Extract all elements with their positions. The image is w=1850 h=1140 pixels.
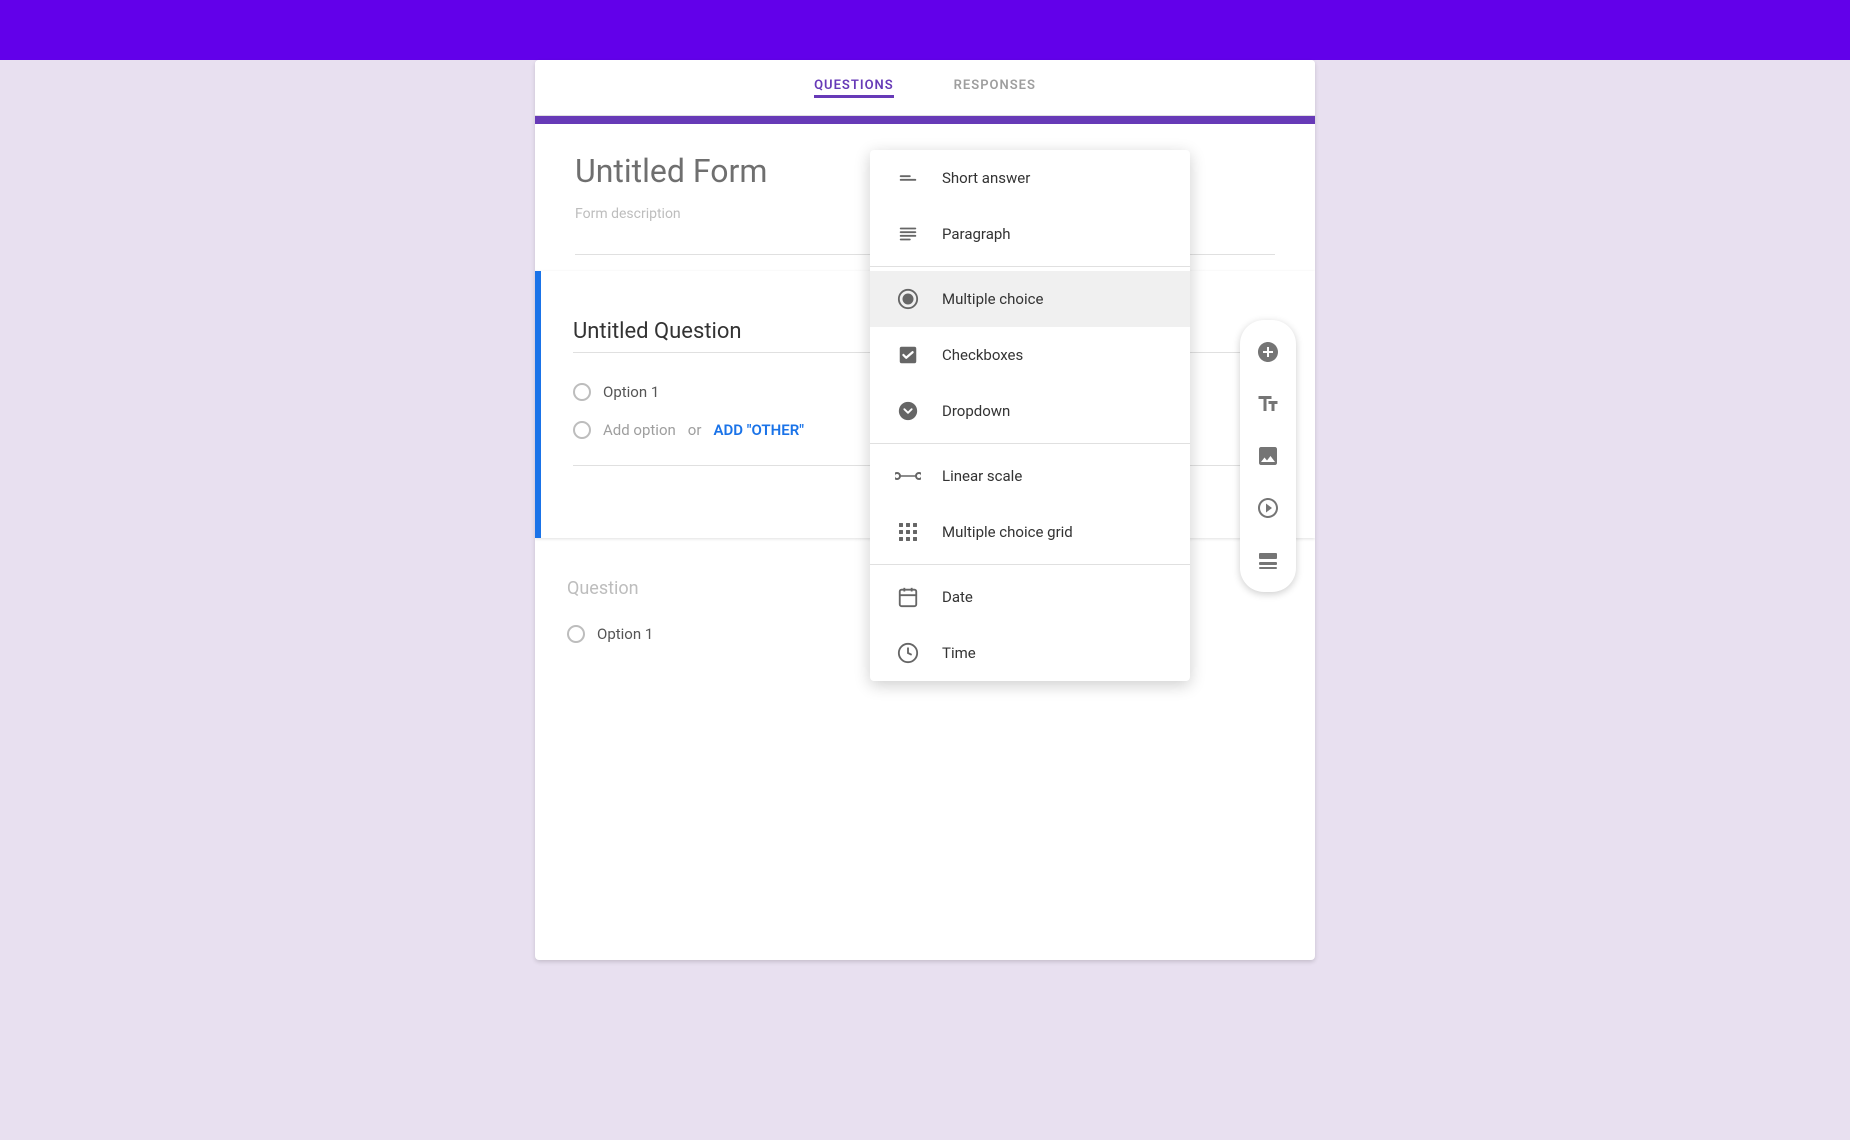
- menu-item-dropdown[interactable]: Dropdown: [870, 383, 1190, 439]
- menu-item-multiple-choice[interactable]: Multiple choice: [870, 271, 1190, 327]
- menu-label-dropdown: Dropdown: [942, 402, 1010, 420]
- add-title-button[interactable]: [1244, 380, 1292, 428]
- add-question-button[interactable]: [1244, 328, 1292, 376]
- header-bar: [0, 0, 1850, 60]
- tab-responses[interactable]: RESPONSES: [954, 78, 1036, 97]
- menu-divider-1: [870, 266, 1190, 267]
- menu-item-multiple-choice-grid[interactable]: Multiple choice grid: [870, 504, 1190, 560]
- menu-label-multiple-choice-grid: Multiple choice grid: [942, 523, 1073, 541]
- radio-add: [573, 421, 591, 439]
- main-content: QUESTIONS RESPONSES Untitled Form Form d…: [0, 60, 1850, 960]
- radio-filled-icon: [894, 285, 922, 313]
- menu-item-checkboxes[interactable]: Checkboxes: [870, 327, 1190, 383]
- menu-label-linear-scale: Linear scale: [942, 467, 1022, 485]
- add-option-text[interactable]: Add option: [603, 421, 676, 439]
- radio-option-1: [573, 383, 591, 401]
- inactive-option-text: Option 1: [597, 625, 653, 643]
- clock-icon: [894, 639, 922, 667]
- menu-item-date[interactable]: Date: [870, 569, 1190, 625]
- calendar-icon: [894, 583, 922, 611]
- menu-label-short-answer: Short answer: [942, 169, 1030, 187]
- add-option-separator: or: [688, 421, 702, 439]
- inactive-radio: [567, 625, 585, 643]
- add-section-button[interactable]: [1244, 536, 1292, 584]
- menu-label-multiple-choice: Multiple choice: [942, 290, 1043, 308]
- lines-short-icon: [894, 164, 922, 192]
- checkbox-checked-icon: [894, 341, 922, 369]
- option-text-1: Option 1: [603, 383, 659, 401]
- right-sidebar: [1240, 320, 1296, 592]
- menu-item-short-answer[interactable]: Short answer: [870, 150, 1190, 206]
- linear-scale-icon: [894, 462, 922, 490]
- add-other-link[interactable]: ADD "OTHER": [713, 421, 804, 439]
- add-image-button[interactable]: [1244, 432, 1292, 480]
- menu-divider-3: [870, 564, 1190, 565]
- menu-label-checkboxes: Checkboxes: [942, 346, 1023, 364]
- menu-item-linear-scale[interactable]: Linear scale: [870, 448, 1190, 504]
- menu-label-paragraph: Paragraph: [942, 225, 1011, 243]
- grid-icon: [894, 518, 922, 546]
- tabs-bar: QUESTIONS RESPONSES: [535, 60, 1315, 116]
- menu-label-date: Date: [942, 588, 973, 606]
- menu-item-paragraph[interactable]: Paragraph: [870, 206, 1190, 262]
- dropdown-menu: Short answer Paragraph: [870, 150, 1190, 681]
- add-video-button[interactable]: [1244, 484, 1292, 532]
- menu-label-time: Time: [942, 644, 976, 662]
- lines-long-icon: [894, 220, 922, 248]
- tab-questions[interactable]: QUESTIONS: [814, 78, 894, 98]
- menu-divider-2: [870, 443, 1190, 444]
- chevron-down-circle-icon: [894, 397, 922, 425]
- menu-item-time[interactable]: Time: [870, 625, 1190, 681]
